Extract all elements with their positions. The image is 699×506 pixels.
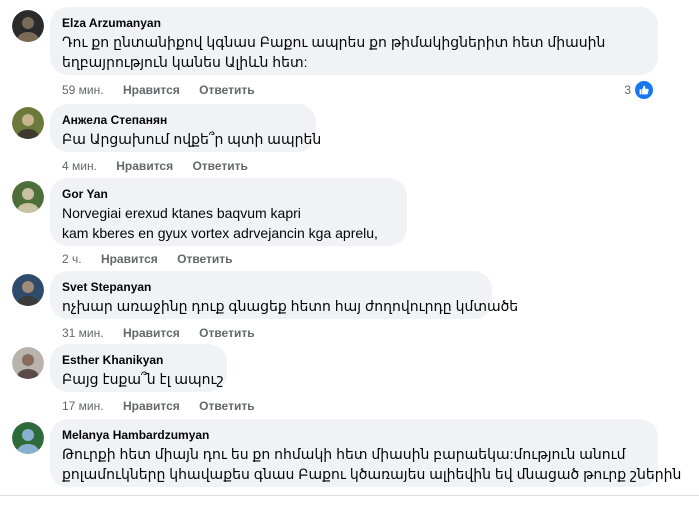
comments-list: Elza Arzumanyan Դու քո ընտանիքով կգնաս Բ…	[0, 0, 699, 506]
avatar[interactable]	[12, 10, 44, 42]
comment-text-line: Դու քո ընտանիքով կգնաս Բաքու ապրես քո թի…	[62, 34, 606, 50]
comment-bubble: Esther Khanikyan Բայց էսքա՞ն էլ ապուշ	[50, 344, 227, 392]
thumbs-up-icon	[634, 80, 654, 100]
comment-bubble: Elza Arzumanyan Դու քո ընտանիքով կգնաս Բ…	[50, 7, 658, 75]
comment-bubble: Melanya Hambardzumyan Թուրքի հետ միայն դ…	[50, 419, 682, 487]
reply-button[interactable]: Ответить	[199, 82, 254, 98]
comment-actions: 17 мин. Нравится Ответить	[62, 398, 271, 414]
avatar[interactable]	[12, 274, 44, 306]
comment-text-line: Norvegiai erexud ktanes baqvum kapri	[62, 205, 301, 221]
like-button[interactable]: Нравится	[116, 158, 173, 174]
like-button[interactable]: Нравится	[123, 82, 180, 98]
comment-text-line: Բայց էսքա՞ն էլ ապուշ	[62, 371, 224, 387]
author-name[interactable]: Анжела Степанян	[62, 112, 304, 128]
like-button[interactable]: Нравится	[123, 325, 180, 341]
comment-actions: 59 мин. Нравится Ответить	[62, 82, 271, 98]
comment-bubble: Svet Stepanyan ոչխար առաջինը դուք գնացեք…	[50, 271, 519, 319]
comment-text-line: եղբայրություն կանես Ալիևն հետ:	[62, 54, 308, 70]
comment-bubble: Анжела Степанян Բա Արցախում ովքե՞ր պտի ա…	[50, 104, 322, 152]
divider	[0, 495, 699, 496]
author-name[interactable]: Elza Arzumanyan	[62, 15, 646, 31]
avatar[interactable]	[12, 347, 44, 379]
avatar[interactable]	[12, 181, 44, 213]
reaction-count: 3	[624, 83, 631, 97]
author-name[interactable]: Melanya Hambardzumyan	[62, 427, 646, 443]
timestamp[interactable]: 4 мин.	[62, 158, 97, 174]
like-button[interactable]: Нравится	[123, 398, 180, 414]
like-button[interactable]: Нравится	[101, 251, 158, 267]
comment-actions: 2 ч. Нравится Ответить	[62, 251, 249, 267]
comment-actions: 4 мин. Нравится Ответить	[62, 158, 264, 174]
comment-text-line: ոչխար առաջինը դուք գնացեք հետո հայ ժողով…	[62, 298, 519, 314]
author-name[interactable]: Gor Yan	[62, 186, 395, 202]
reply-button[interactable]: Ответить	[177, 251, 232, 267]
comment-bubble: Gor Yan Norvegiai erexud ktanes baqvum k…	[50, 178, 407, 246]
reply-button[interactable]: Ответить	[192, 158, 247, 174]
author-name[interactable]: Esther Khanikyan	[62, 352, 215, 368]
author-name[interactable]: Svet Stepanyan	[62, 279, 480, 295]
comment-text-line: Բա Արցախում ովքե՞ր պտի ապրեն	[62, 131, 322, 147]
comment-text-line: kam kberes en gyux vortex adrvejancin kg…	[62, 225, 378, 241]
comment-actions: 31 мин. Нравится Ответить	[62, 325, 271, 341]
timestamp[interactable]: 31 мин.	[62, 325, 104, 341]
timestamp[interactable]: 59 мин.	[62, 82, 104, 98]
comment-text-line: քոլամուկները կհավաքես գնաս Բաքու կծառայե…	[62, 466, 682, 482]
reaction-summary[interactable]: 3	[624, 80, 654, 100]
reply-button[interactable]: Ответить	[199, 325, 254, 341]
comment-text-line: Թուրքի հետ միայն դու ես քո ոհմակի հետ մի…	[62, 446, 626, 462]
timestamp[interactable]: 17 мин.	[62, 398, 104, 414]
avatar[interactable]	[12, 107, 44, 139]
reply-button[interactable]: Ответить	[199, 398, 254, 414]
timestamp[interactable]: 2 ч.	[62, 251, 82, 267]
avatar[interactable]	[12, 422, 44, 454]
